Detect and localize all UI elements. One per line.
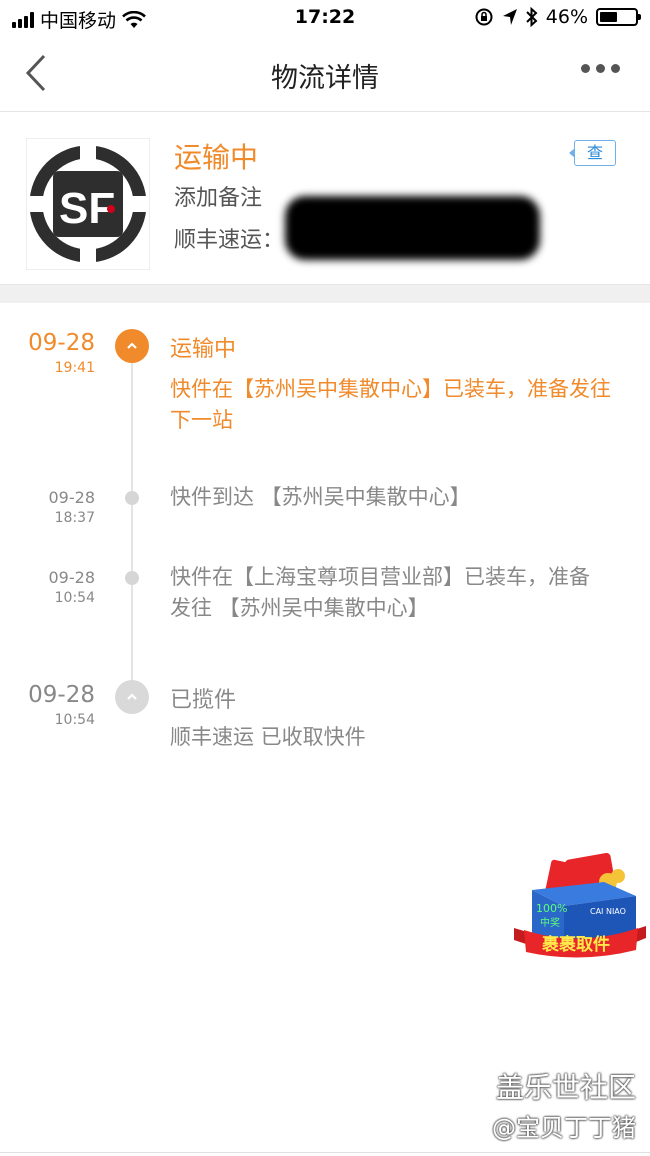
timeline-date: 09-28 (28, 330, 95, 356)
nav-bar: 物流详情 (0, 36, 650, 112)
page-title: 物流详情 (271, 63, 379, 94)
timeline-desc: 快件在【苏州吴中集散中心】已装车，准备发往下一站 (170, 377, 611, 432)
package-status: 运输中 (174, 141, 259, 174)
timeline-line (131, 350, 133, 698)
promo-percent: 100% (536, 902, 567, 915)
more-dot (596, 64, 605, 73)
status-right: 46% (474, 6, 641, 28)
timeline-date: 09-28 (48, 488, 96, 507)
chevron-up-icon (127, 342, 137, 349)
more-dot (581, 64, 590, 73)
status-bar: 中国移动 17:22 46% (0, 0, 650, 36)
promo-label: 裹裹取件 (542, 934, 610, 955)
timeline-time: 10:54 (54, 712, 95, 728)
promo-brand: CAI NIAO (590, 907, 626, 916)
chevron-up-icon (127, 693, 137, 700)
timeline-desc: 顺丰速运 已收取快件 (170, 725, 366, 749)
rotation-lock-icon (475, 8, 493, 26)
add-note-link[interactable]: 添加备注 (174, 180, 262, 212)
timeline-desc: 快件在【上海宝尊项目营业部】已装车，准备发往 【苏州吴中集散中心】 (170, 565, 590, 620)
pickup-promo-badge[interactable]: 100% 中奖 CAI NIAO 裹裹取件 (512, 852, 648, 964)
promo-tag: 中奖 (540, 916, 560, 929)
timeline-time: 18:37 (54, 510, 95, 526)
redacted-tracking-number (285, 196, 540, 260)
query-button[interactable]: 查 (569, 140, 616, 166)
timeline-dot (125, 491, 139, 505)
timeline-date: 09-28 (28, 682, 95, 708)
sf-express-logo: SF (26, 138, 150, 270)
timeline-date: 09-28 (48, 568, 96, 587)
timeline-title: 已揽件 (170, 688, 237, 713)
location-icon (502, 9, 517, 25)
more-button[interactable] (577, 56, 624, 81)
timeline-dot-start (115, 680, 149, 714)
timeline-time: 10:54 (54, 590, 95, 606)
watermark-line2: @宝贝丁丁猪 (492, 1114, 636, 1142)
watermark-line1: 盖乐世社区 (495, 1071, 636, 1104)
bluetooth-icon (526, 7, 538, 27)
timeline-time: 19:41 (54, 360, 95, 376)
more-dot (611, 64, 620, 73)
bottom-divider (0, 1152, 650, 1153)
battery-percent: 46% (545, 6, 588, 28)
package-header: SF 运输中 添加备注 顺丰速运： 查 (0, 112, 650, 284)
battery-icon (596, 8, 641, 26)
timeline-title: 运输中 (170, 337, 237, 362)
logo-text: SF (59, 184, 115, 233)
carrier-label: 顺丰速运： (174, 228, 285, 253)
timeline-desc: 快件到达 【苏州吴中集散中心】 (170, 485, 471, 509)
timeline-dot-active (115, 329, 149, 363)
section-divider (0, 284, 650, 303)
timeline-dot (125, 571, 139, 585)
